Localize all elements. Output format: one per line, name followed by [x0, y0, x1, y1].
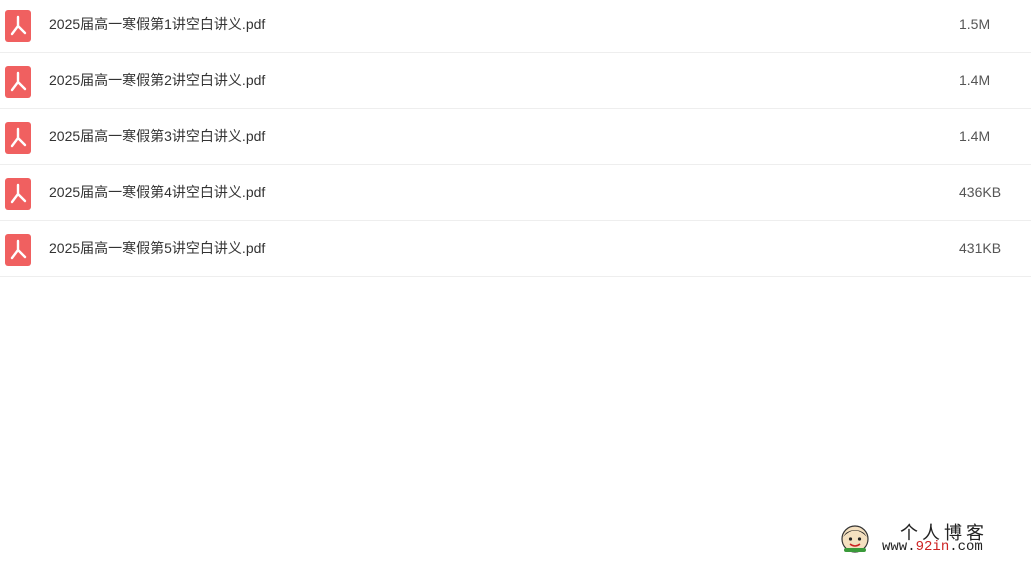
watermark-url-accent: 92in — [915, 539, 950, 555]
file-row[interactable]: 2025届高一寒假第2讲空白讲义.pdf 1.4M — [0, 53, 1031, 109]
avatar-icon — [840, 524, 870, 554]
pdf-icon — [5, 10, 31, 42]
file-list: 2025届高一寒假第1讲空白讲义.pdf 1.5M 2025届高一寒假第2讲空白… — [0, 0, 1031, 277]
file-size: 1.4M — [959, 72, 991, 88]
file-name[interactable]: 2025届高一寒假第5讲空白讲义.pdf — [49, 238, 265, 258]
file-size: 1.4M — [959, 128, 991, 144]
file-name[interactable]: 2025届高一寒假第3讲空白讲义.pdf — [49, 126, 265, 146]
file-name[interactable]: 2025届高一寒假第4讲空白讲义.pdf — [49, 182, 265, 202]
file-size: 1.5M — [959, 16, 991, 32]
file-row[interactable]: 2025届高一寒假第1讲空白讲义.pdf 1.5M — [0, 0, 1031, 53]
watermark: 个人博客 www.92in.com — [838, 519, 1028, 557]
watermark-url: www.92in.com — [882, 539, 983, 555]
watermark-url-prefix: www. — [882, 539, 916, 555]
watermark-url-suffix: .com — [949, 539, 983, 555]
file-row[interactable]: 2025届高一寒假第4讲空白讲义.pdf 436KB — [0, 165, 1031, 221]
file-name[interactable]: 2025届高一寒假第1讲空白讲义.pdf — [49, 14, 265, 34]
pdf-icon — [5, 234, 31, 266]
file-size: 431KB — [959, 240, 1002, 256]
file-row[interactable]: 2025届高一寒假第5讲空白讲义.pdf 431KB — [0, 221, 1031, 277]
file-name[interactable]: 2025届高一寒假第2讲空白讲义.pdf — [49, 70, 265, 90]
pdf-icon — [5, 66, 31, 98]
pdf-icon — [5, 178, 31, 210]
file-row[interactable]: 2025届高一寒假第3讲空白讲义.pdf 1.4M — [0, 109, 1031, 165]
file-size: 436KB — [959, 184, 1002, 200]
pdf-icon — [5, 122, 31, 154]
